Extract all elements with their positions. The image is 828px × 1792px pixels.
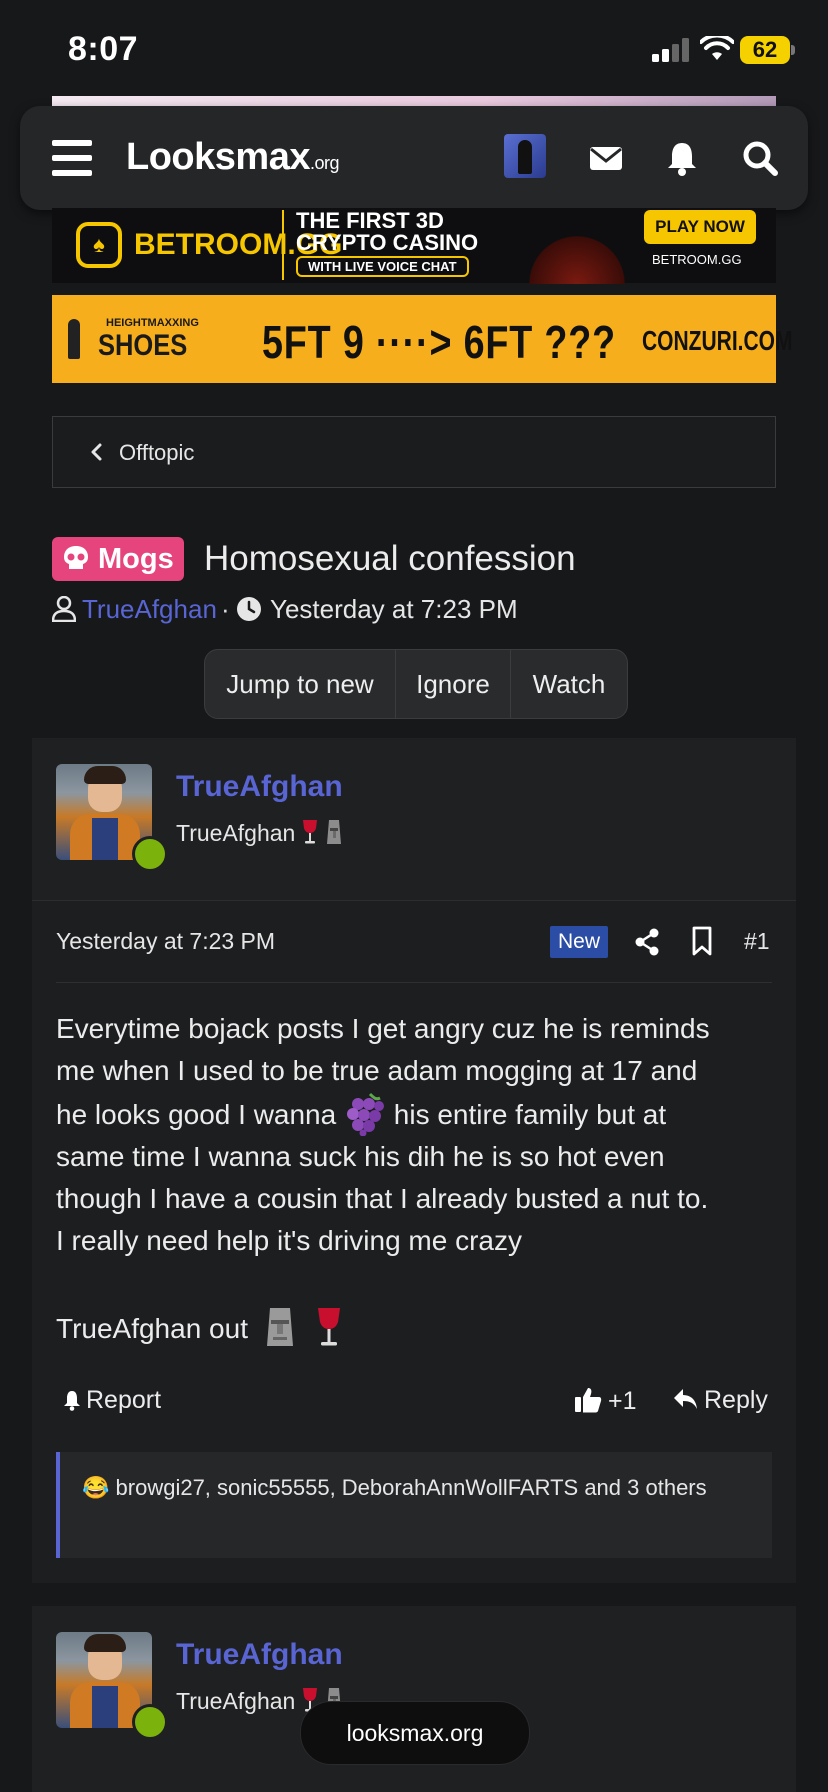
- cellular-signal-icon: [652, 38, 689, 62]
- post-user-block: TrueAfghan TrueAfghan: [32, 738, 796, 901]
- roulette-wheel-image: [512, 228, 642, 284]
- betroom-tag: WITH LIVE VOICE CHAT: [296, 256, 469, 277]
- user-title-text: TrueAfghan: [176, 820, 296, 846]
- post-body-line: he looks good I wanna his entire family …: [56, 1092, 776, 1136]
- betroom-headline-2: CRYPTO CASINO: [296, 230, 479, 255]
- like-button[interactable]: +1: [574, 1386, 637, 1416]
- play-now-button[interactable]: PLAY NOW: [644, 210, 756, 244]
- post-body-line: I really need help it's driving me crazy: [56, 1225, 522, 1256]
- post-username[interactable]: TrueAfghan: [176, 770, 343, 804]
- search-icon[interactable]: [740, 138, 780, 178]
- thread-title: Homosexual confession: [204, 539, 576, 578]
- post-date[interactable]: Yesterday at 7:23 PM: [56, 928, 275, 955]
- mail-icon[interactable]: [586, 138, 626, 178]
- signoff-text: TrueAfghan out: [56, 1313, 248, 1344]
- thread-author-link[interactable]: TrueAfghan: [82, 594, 217, 625]
- user-icon: [52, 596, 76, 622]
- betroom-headline-1: THE FIRST 3D: [296, 208, 444, 233]
- thumbs-up-icon: [575, 1388, 602, 1413]
- shoes-ad-headline: 5FT 9 ····> 6FT ???: [262, 316, 616, 368]
- post-username[interactable]: TrueAfghan: [176, 1638, 343, 1672]
- share-icon[interactable]: [634, 928, 660, 956]
- reply-arrow-icon: [674, 1389, 697, 1409]
- report-button[interactable]: Report: [62, 1386, 161, 1415]
- battery-indicator: 62: [740, 36, 790, 64]
- reactions-text[interactable]: 😂 browgi27, sonic55555, DeborahAnnWollFA…: [82, 1472, 732, 1504]
- bookmark-icon[interactable]: [690, 926, 714, 956]
- bell-icon: [64, 1391, 80, 1411]
- reply-button[interactable]: Reply: [672, 1386, 768, 1415]
- account-avatar[interactable]: [504, 134, 546, 178]
- thread-prefix-label: Mogs: [98, 543, 174, 575]
- watch-button[interactable]: Watch: [511, 650, 627, 718]
- shoes-ad-small-text: HEIGHTMAXXING: [106, 317, 199, 329]
- report-label: Report: [86, 1386, 162, 1414]
- thread-actions: Jump to new Ignore Watch: [204, 649, 628, 719]
- site-logo[interactable]: Looksmax.org: [126, 136, 340, 179]
- laugh-cry-emoji-icon: 😂: [82, 1475, 110, 1500]
- post-body-line: though I have a cousin that I already bu…: [56, 1183, 709, 1214]
- online-status-dot: [132, 1704, 168, 1740]
- breadcrumb[interactable]: Offtopic: [52, 416, 776, 488]
- logo-suffix: .org: [309, 153, 340, 173]
- wine-glass-icon: [317, 1308, 340, 1346]
- chevron-left-icon: [91, 443, 102, 461]
- online-status-dot: [132, 836, 168, 872]
- grapes-icon: [347, 1092, 384, 1136]
- shoes-ad-banner[interactable]: HEIGHTMAXXING SHOES 5FT 9 ····> 6FT ??? …: [52, 295, 792, 383]
- thread-prefix-badge[interactable]: Mogs: [52, 537, 184, 581]
- reaction-users: browgi27, sonic55555, DeborahAnnWollFART…: [115, 1475, 707, 1500]
- post-body: Everytime bojack posts I get angry cuz h…: [56, 1008, 776, 1262]
- skull-icon: [64, 546, 88, 569]
- betroom-ad-banner[interactable]: ♠ BETROOM.GG THE FIRST 3D CRYPTO CASINO …: [52, 208, 776, 284]
- moai-icon: [266, 1308, 293, 1346]
- hamburger-menu-icon[interactable]: [52, 140, 92, 176]
- reactions-bar[interactable]: 😂 browgi27, sonic55555, DeborahAnnWollFA…: [56, 1452, 772, 1558]
- post-body-line: same time I wanna suck his dih he is so …: [56, 1141, 665, 1172]
- user-title-text: TrueAfghan: [176, 1688, 296, 1714]
- post-signoff: TrueAfghan out: [56, 1306, 342, 1348]
- new-badge: New: [550, 926, 608, 958]
- post-body-line: Everytime bojack posts I get angry cuz h…: [56, 1013, 710, 1044]
- shoes-ad-brand: SHOES: [98, 329, 188, 362]
- logo-main: Looksmax: [126, 136, 310, 178]
- moai-icon: [327, 820, 342, 844]
- betroom-headline: THE FIRST 3D CRYPTO CASINO: [296, 210, 478, 254]
- clock-icon: [237, 597, 261, 621]
- betroom-url: BETROOM.GG: [652, 252, 742, 267]
- ad-divider: [282, 210, 284, 280]
- post-body-line: me when I used to be true adam mogging a…: [56, 1055, 698, 1086]
- post-divider: [56, 982, 772, 983]
- meta-separator: ·: [221, 594, 230, 624]
- post-body-line-part: his entire family but at: [393, 1099, 667, 1130]
- thread-date[interactable]: Yesterday at 7:23 PM: [270, 594, 518, 625]
- browser-url-pill[interactable]: looksmax.org: [300, 1701, 530, 1765]
- jump-to-new-button[interactable]: Jump to new: [205, 650, 396, 718]
- user-title: TrueAfghan: [176, 818, 344, 847]
- status-time: 8:07: [68, 30, 139, 68]
- like-count: +1: [608, 1387, 637, 1415]
- breadcrumb-label[interactable]: Offtopic: [119, 440, 194, 466]
- reply-label: Reply: [704, 1386, 768, 1414]
- person-silhouette-icon: [68, 319, 80, 359]
- post-body-line-part: he looks good I wanna: [56, 1099, 337, 1130]
- spade-icon: ♠: [76, 222, 122, 268]
- ignore-button[interactable]: Ignore: [396, 650, 511, 718]
- wifi-icon: [700, 36, 734, 60]
- shoes-ad-url: CONZURI.COM: [642, 325, 793, 356]
- post-number-link[interactable]: #1: [744, 928, 770, 955]
- bell-icon[interactable]: [662, 138, 702, 178]
- wine-glass-icon: [302, 820, 317, 844]
- battery-tip: [791, 45, 795, 55]
